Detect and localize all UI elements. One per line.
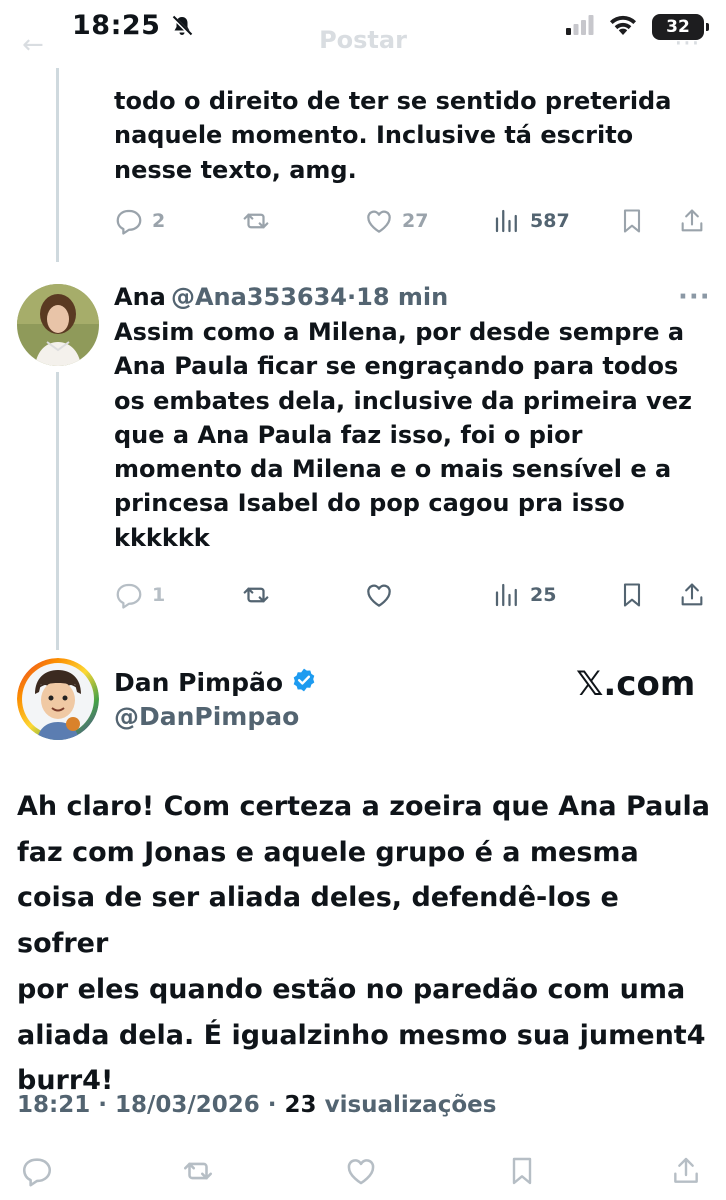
share-icon — [674, 1157, 698, 1183]
author-name-row: Dan Pimpão — [114, 667, 317, 697]
avatar[interactable] — [17, 658, 99, 740]
like-button[interactable] — [344, 1154, 378, 1188]
bookmark-icon — [623, 209, 641, 233]
reply-count: 1 — [152, 584, 166, 606]
tweet-text: todo o direito de ter se sentido preteri… — [114, 84, 704, 187]
repost-icon — [243, 213, 269, 229]
views-chart-icon — [495, 209, 517, 233]
text-line: momento da Milena e o mais sensível e a — [114, 455, 672, 484]
display-name[interactable]: Ana — [114, 283, 166, 311]
text-line: naquele momento. Inclusive tá escrito — [114, 121, 634, 150]
share-button[interactable] — [678, 580, 706, 610]
repost-button[interactable] — [240, 206, 272, 236]
reply-button[interactable] — [20, 1154, 54, 1188]
text-line: por eles quando estão no paredão com uma — [17, 973, 686, 1005]
view-count: 25 — [530, 584, 557, 606]
header-title: Postar — [319, 26, 407, 54]
view-count: 587 — [530, 210, 570, 232]
text-line: faz com Jonas e aquele grupo é a mesma — [17, 836, 639, 868]
views-button[interactable]: 587 — [492, 206, 570, 236]
display-name[interactable]: Dan Pimpão — [114, 668, 283, 697]
text-line: todo o direito de ter se sentido preteri… — [114, 87, 672, 115]
bookmark-button[interactable] — [618, 580, 646, 610]
reply-icon — [22, 1158, 52, 1187]
main-tweet-text: Ah claro! Com certeza a zoeira que Ana P… — [17, 784, 717, 1104]
reply-icon — [116, 209, 142, 235]
like-button[interactable]: 27 — [364, 206, 428, 236]
heart-icon — [367, 584, 391, 607]
share-button[interactable] — [678, 206, 706, 236]
text-line: aliada dela. É igualzinho mesmo sua jume… — [17, 1019, 706, 1051]
repost-icon — [243, 587, 269, 603]
tweet-timestamp: 18:21 · 18/03/2026 · — [17, 1092, 285, 1118]
repost-button[interactable] — [180, 1154, 216, 1188]
tweet-text: Assim como a Milena, por desde sempre a … — [114, 315, 714, 555]
xcom-logo: 𝕏.com — [576, 664, 696, 704]
like-count: 27 — [402, 210, 429, 232]
views-chart-icon — [495, 583, 517, 607]
share-icon — [681, 209, 703, 232]
tweet-header: Ana @Ana353634·18 min — [114, 283, 448, 311]
share-icon — [681, 583, 703, 606]
text-line: nesse texto, amg. — [114, 155, 357, 184]
text-line: Ah claro! Com certeza a zoeira que Ana P… — [17, 791, 711, 822]
heart-icon — [347, 1159, 375, 1185]
repost-icon — [183, 1162, 213, 1180]
repost-button[interactable] — [240, 580, 272, 610]
text-line: os embates dela, inclusive da primeira v… — [114, 386, 692, 415]
bookmark-icon — [512, 1157, 532, 1185]
separator: · — [347, 283, 357, 311]
share-button[interactable] — [670, 1154, 702, 1188]
reply-button[interactable]: 2 — [114, 206, 165, 236]
tweet-meta: 18:21 · 18/03/2026 · 23 visualizações — [17, 1092, 496, 1118]
timestamp: 18 min — [356, 283, 449, 311]
reply-icon — [116, 583, 142, 609]
thread-line — [56, 68, 59, 262]
handle[interactable]: @Ana353634 — [171, 283, 347, 311]
handle[interactable]: @DanPimpao — [114, 702, 299, 731]
more-icon[interactable]: ⋯ — [674, 28, 700, 58]
more-options-icon[interactable]: ··· — [678, 282, 711, 312]
like-button[interactable] — [364, 580, 394, 610]
bookmark-button[interactable] — [618, 206, 646, 236]
text-line: kkkkkk — [114, 523, 210, 552]
bookmark-icon — [623, 583, 641, 607]
avatar[interactable] — [17, 284, 99, 366]
heart-icon — [367, 210, 391, 233]
view-count: 23 — [284, 1092, 317, 1118]
text-line: coisa de ser aliada deles, defendê-los e… — [17, 882, 619, 960]
verified-badge-icon — [291, 667, 317, 697]
views-button[interactable]: 25 — [492, 580, 556, 610]
thread-line — [56, 372, 59, 650]
text-line: Assim como a Milena, por desde sempre a — [114, 318, 685, 346]
text-line: princesa Isabel do pop cagou pra isso — [114, 489, 625, 518]
views-label[interactable]: visualizações — [317, 1092, 497, 1118]
text-line: Ana Paula ficar se engraçando para todos — [114, 352, 679, 381]
reply-count: 2 — [152, 210, 166, 232]
text-line: que a Ana Paula faz isso, foi o pior — [114, 420, 583, 449]
bookmark-button[interactable] — [506, 1154, 538, 1188]
reply-button[interactable]: 1 — [114, 580, 165, 610]
